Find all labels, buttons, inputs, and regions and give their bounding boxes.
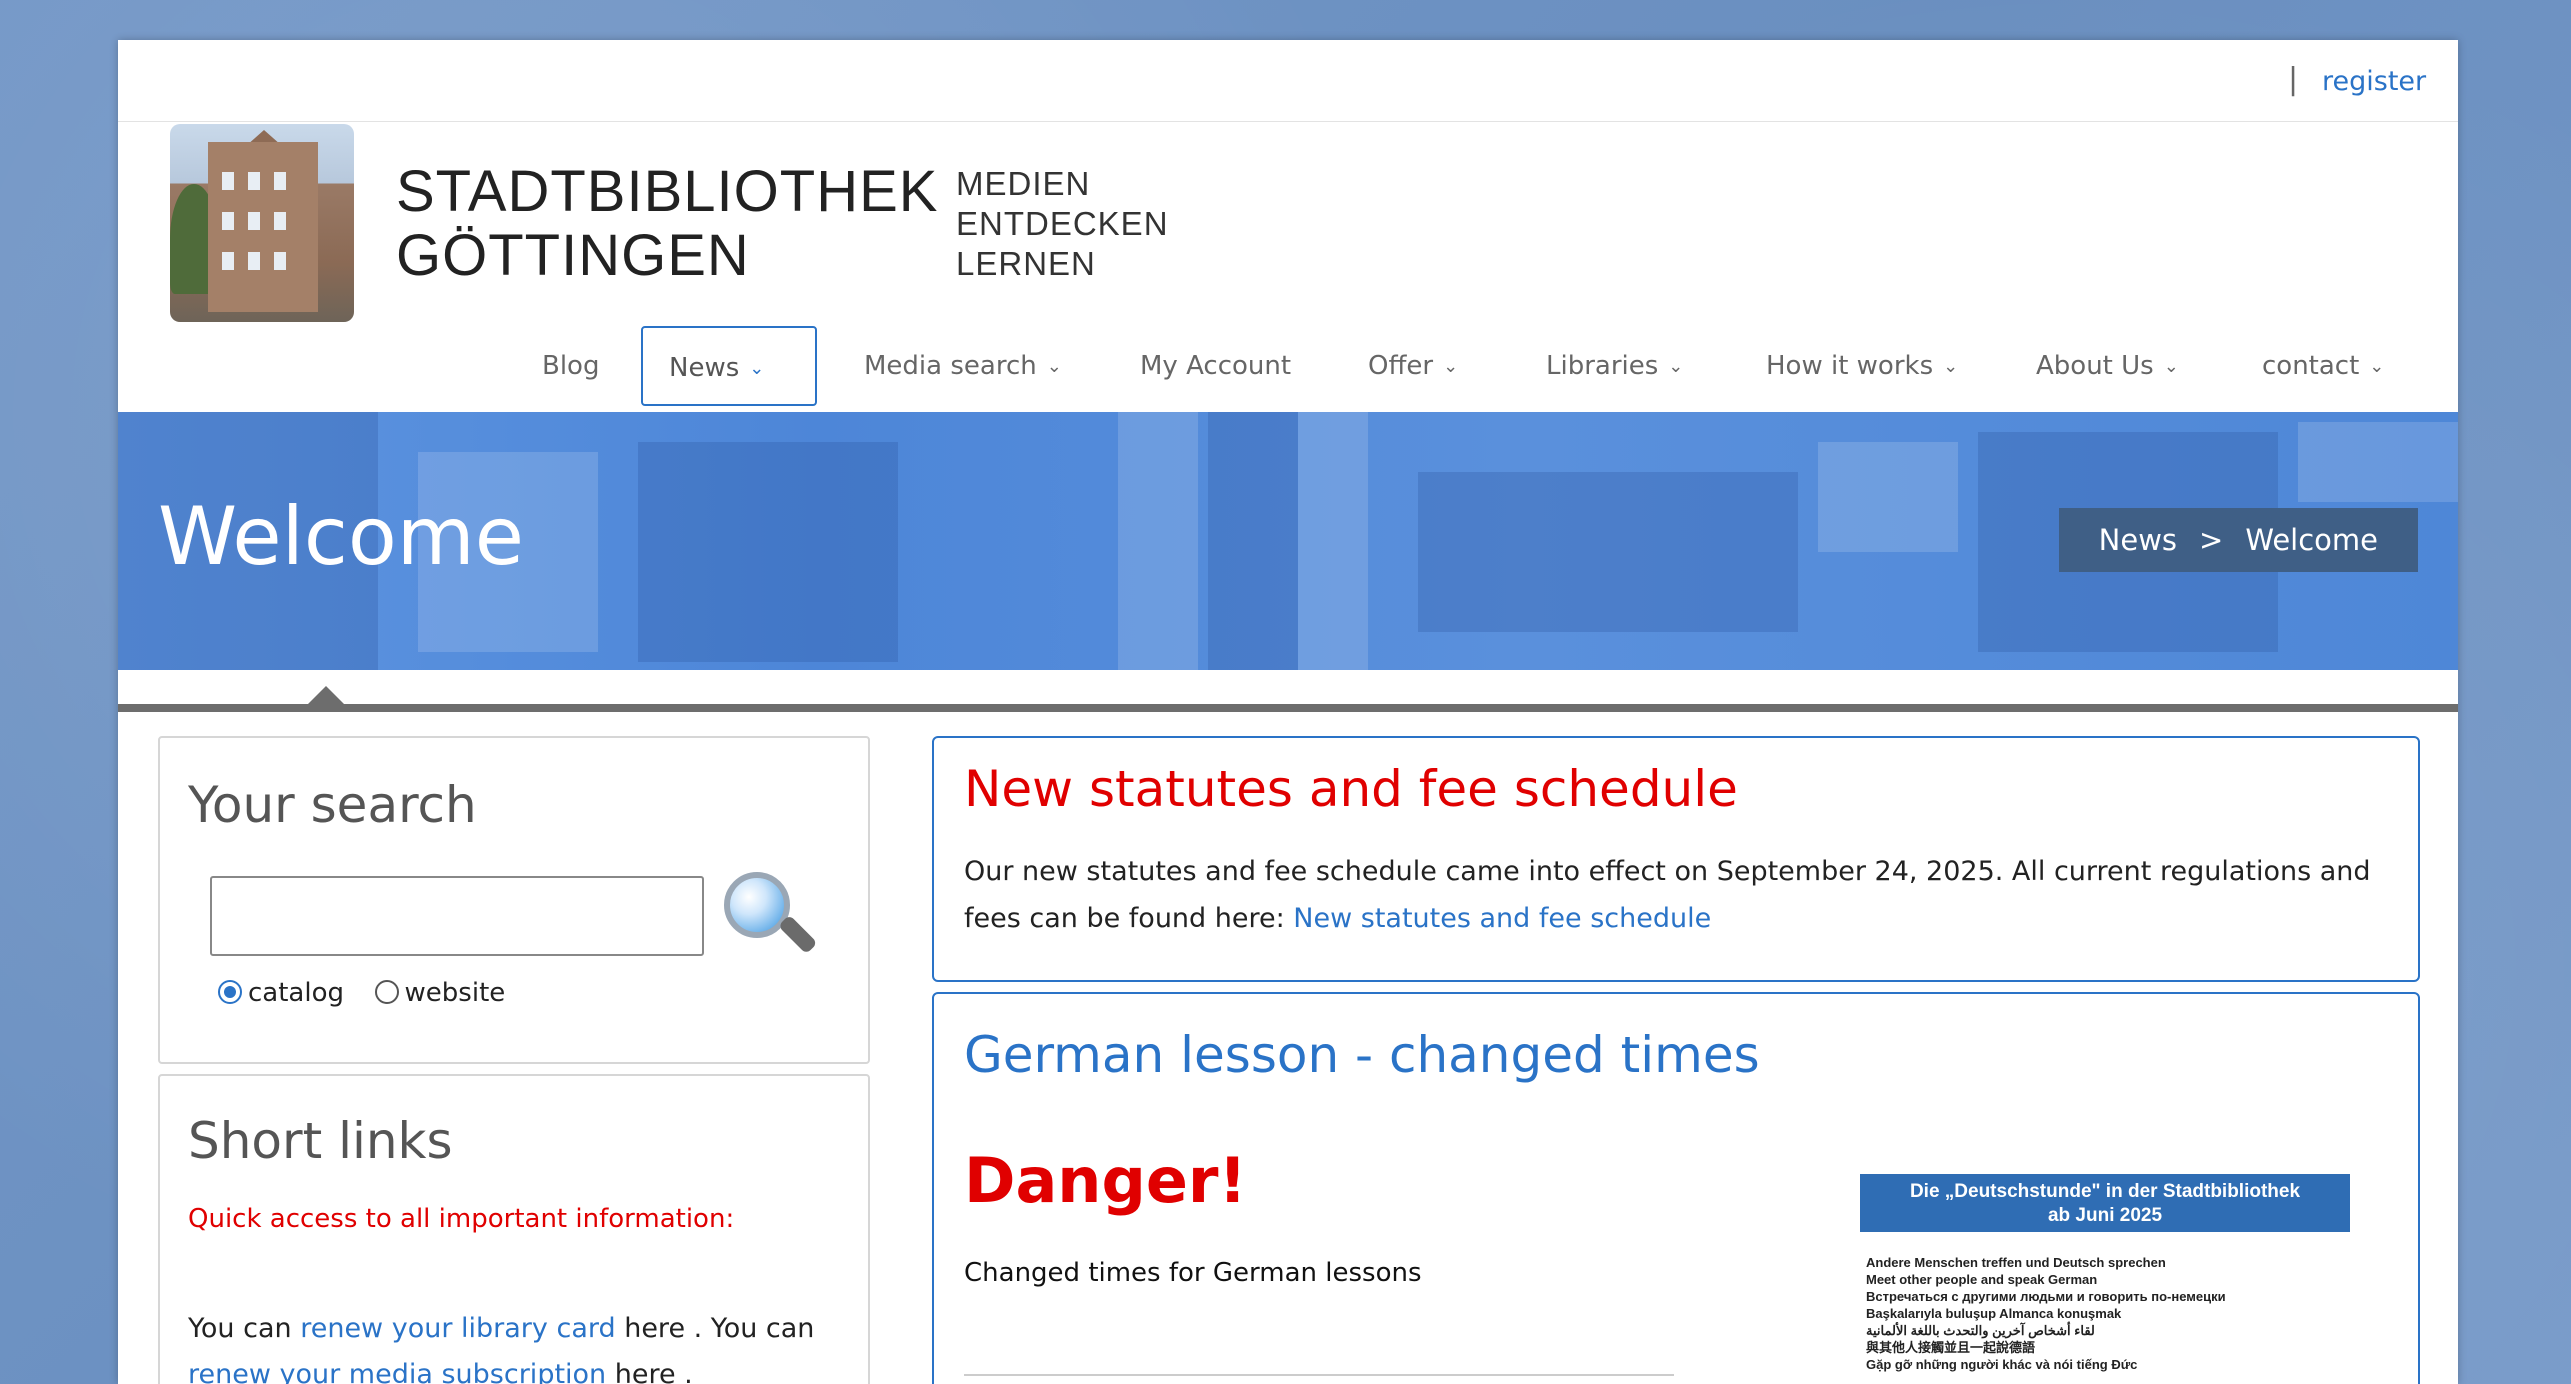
nav-item-contact[interactable]: contact ⌄ xyxy=(2262,326,2384,406)
main-nav: Blog News ⌄ Media search ⌄ My Account Offe… xyxy=(118,326,2458,406)
tagline-line-2: ENTDECKEN xyxy=(956,205,1169,242)
nav-label: Blog xyxy=(542,351,600,381)
nav-item-about-us[interactable]: About Us ⌄ xyxy=(2036,326,2179,406)
news-item-statutes: New statutes and fee schedule Our new st… xyxy=(932,736,2420,982)
nav-item-my-account[interactable]: My Account xyxy=(1140,326,1291,406)
breadcrumb-separator: > xyxy=(2199,523,2224,557)
short-links-title: Short links xyxy=(188,1112,453,1170)
flyer-line: 與其他人接觸並且一起說德語 xyxy=(1866,1340,2036,1355)
flyer-line: لقاء أشخاص آخرين والتحدث باللغة الألماني… xyxy=(1866,1323,2095,1338)
nav-label: contact xyxy=(2262,351,2360,381)
flyer-lines: Andere Menschen treffen und Deutsch spre… xyxy=(1866,1254,2226,1373)
nav-item-blog[interactable]: Blog xyxy=(542,326,599,406)
nav-label: How it works xyxy=(1766,351,1934,381)
chevron-down-icon: ⌄ xyxy=(1943,355,1959,377)
brand-line-2: GÖTTINGEN xyxy=(396,223,750,288)
search-scope: catalog website xyxy=(218,978,505,1008)
text-segment: here . xyxy=(606,1359,693,1384)
alert-heading: Danger! xyxy=(964,1144,1247,1217)
news-item-german-lesson: German lesson - changed times Danger! Ch… xyxy=(932,992,2420,1384)
search-panel: Your search catalog website xyxy=(158,736,870,1064)
breadcrumb-parent[interactable]: News xyxy=(2099,523,2177,557)
chevron-down-icon: ⌄ xyxy=(1046,355,1062,377)
divider xyxy=(964,1374,1674,1376)
chevron-down-icon: ⌄ xyxy=(749,357,765,379)
quick-access-text: Quick access to all important informatio… xyxy=(188,1204,735,1234)
flyer-line: Meet other people and speak German xyxy=(1866,1272,2098,1287)
radio-catalog[interactable] xyxy=(218,980,242,1004)
brand-line-1: STADTBIBLIOTHEK xyxy=(396,159,939,224)
news-body: Our new statutes and fee schedule came i… xyxy=(964,848,2394,942)
nav-label: My Account xyxy=(1140,351,1292,381)
news-title[interactable]: German lesson - changed times xyxy=(964,1026,1760,1084)
text-segment: here . You can xyxy=(615,1313,815,1344)
nav-label: Offer xyxy=(1368,351,1434,381)
tagline-line-1: MEDIEN xyxy=(956,165,1091,202)
chevron-down-icon: ⌄ xyxy=(1443,355,1459,377)
flyer-heading-line: Die „Deutschstunde" in der Stadtbiblioth… xyxy=(1909,1181,2301,1202)
tagline: MEDIEN ENTDECKEN LERNEN xyxy=(956,164,1169,284)
chevron-down-icon: ⌄ xyxy=(2163,355,2179,377)
register-link[interactable]: register xyxy=(2322,66,2426,97)
nav-item-media-search[interactable]: Media search ⌄ xyxy=(864,326,1062,406)
nav-item-libraries[interactable]: Libraries ⌄ xyxy=(1546,326,1683,406)
page-container: | register STADTBIBLIOTHEK GÖTTINGEN MED… xyxy=(118,40,2458,1384)
flyer-heading-line: ab Juni 2025 xyxy=(2047,1205,2163,1226)
brand-name[interactable]: STADTBIBLIOTHEK GÖTTINGEN xyxy=(396,160,938,288)
radio-catalog-label: catalog xyxy=(248,978,344,1008)
nav-item-offer[interactable]: Offer ⌄ xyxy=(1368,326,1458,406)
nav-label: Media search xyxy=(864,351,1037,381)
text-segment: You can xyxy=(188,1313,301,1344)
short-links-panel: Short links Quick access to all importan… xyxy=(158,1074,870,1384)
chevron-down-icon: ⌄ xyxy=(2369,355,2385,377)
search-panel-title: Your search xyxy=(188,776,477,834)
renew-media-subscription-link[interactable]: renew your media subscription xyxy=(188,1359,606,1384)
library-building-logo[interactable] xyxy=(170,124,354,322)
top-bar-separator: | xyxy=(2288,62,2299,97)
banner-notch xyxy=(306,686,346,706)
hero-banner: Welcome News > Welcome xyxy=(118,412,2458,670)
news-title: New statutes and fee schedule xyxy=(964,760,1738,818)
flyer-line: Встречаться с другими людьми и говорить … xyxy=(1866,1289,2226,1304)
breadcrumb-current: Welcome xyxy=(2245,523,2378,557)
top-bar: | register xyxy=(118,40,2458,122)
nav-item-news[interactable]: News ⌄ xyxy=(641,326,817,406)
flyer-line: Andere Menschen treffen und Deutsch spre… xyxy=(1866,1255,2166,1270)
page-title: Welcome xyxy=(158,490,524,583)
flyer-line: Başkalarıyla buluşup Almanca konuşmak xyxy=(1866,1306,2122,1321)
news-subtitle: Changed times for German lessons xyxy=(964,1258,1422,1288)
radio-website[interactable] xyxy=(374,980,399,1004)
nav-label: About Us xyxy=(2036,351,2154,381)
nav-label: Libraries xyxy=(1546,351,1659,381)
radio-website-label: website xyxy=(404,978,506,1008)
short-links-text: You can renew your library card here . Y… xyxy=(188,1306,858,1384)
statutes-link[interactable]: New statutes and fee schedule xyxy=(1293,903,1711,934)
tagline-line-3: LERNEN xyxy=(956,245,1096,282)
chevron-down-icon: ⌄ xyxy=(1668,355,1684,377)
breadcrumb: News > Welcome xyxy=(2058,508,2418,572)
renew-library-card-link[interactable]: renew your library card xyxy=(300,1313,615,1344)
banner-divider xyxy=(118,704,2458,712)
site-header: STADTBIBLIOTHEK GÖTTINGEN MEDIEN ENTDECK… xyxy=(118,122,2458,412)
nav-item-how-it-works[interactable]: How it works ⌄ xyxy=(1766,326,1958,406)
search-button[interactable] xyxy=(720,868,818,964)
flyer-heading: Die „Deutschstunde" in der Stadtbiblioth… xyxy=(1860,1174,2350,1232)
german-lesson-flyer[interactable]: Die „Deutschstunde" in der Stadtbiblioth… xyxy=(1846,1174,2406,1384)
nav-label: News xyxy=(669,353,740,383)
flyer-line: Gặp gỡ những người khác và nói tiếng Đức xyxy=(1866,1357,2138,1372)
search-input[interactable] xyxy=(210,876,704,956)
